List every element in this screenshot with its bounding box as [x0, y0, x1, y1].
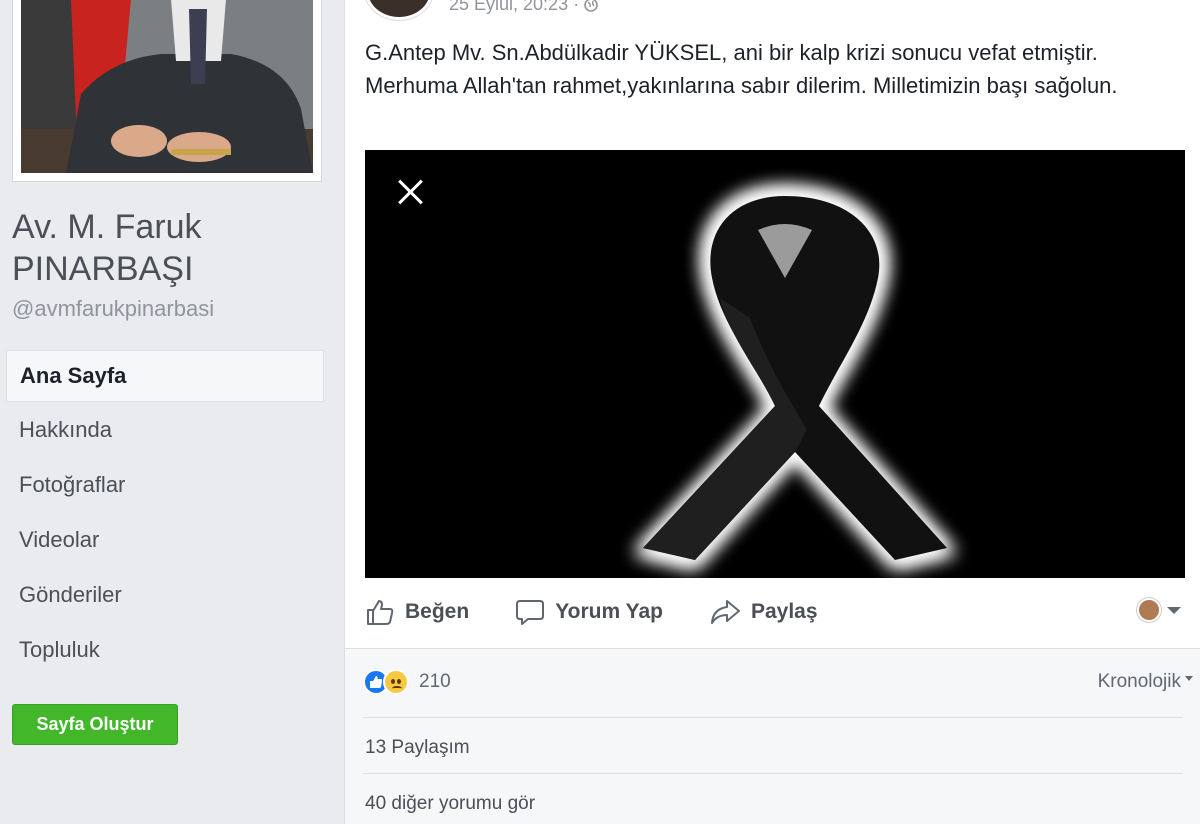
nav-item-about[interactable]: Hakkında [6, 402, 324, 457]
post-actions: Beğen Yorum Yap Paylaş [365, 584, 1185, 640]
nav-item-posts[interactable]: Gönderiler [6, 567, 324, 622]
reaction-count: 210 [419, 671, 451, 692]
shares-link[interactable]: 13 Paylaşım [365, 737, 470, 759]
post-image[interactable] [365, 150, 1185, 578]
divider [363, 773, 1183, 774]
thumbs-up-icon [367, 600, 394, 625]
page-sidebar: Av. M. Faruk PINARBAŞI @avmfarukpinarbas… [0, 0, 340, 824]
caret-down-icon [1185, 675, 1193, 681]
post-text: G.Antep Mv. Sn.Abdülkadir YÜKSEL, ani bi… [365, 40, 1118, 98]
view-more-comments-link[interactable]: 40 diğer yorumu gör [365, 793, 535, 815]
comment-button[interactable]: Yorum Yap [515, 597, 663, 627]
comment-label: Yorum Yap [555, 600, 663, 623]
reaction-as-selector[interactable] [1137, 598, 1181, 622]
nav-item-videos[interactable]: Videolar [6, 512, 324, 567]
comment-sort-dropdown[interactable]: Kronolojik [1098, 671, 1193, 693]
nav-item-community[interactable]: Topluluk [6, 622, 324, 677]
sad-reaction-icon [383, 669, 409, 695]
avatar [1137, 598, 1161, 622]
like-button[interactable]: Beğen [365, 597, 469, 627]
like-label: Beğen [405, 600, 470, 623]
chevron-down-icon [1167, 606, 1181, 614]
timestamp-text: 25 Eylül, 20:23 · [449, 0, 585, 14]
reaction-summary[interactable]: 210 [363, 669, 451, 695]
nav-item-photos[interactable]: Fotoğraflar [6, 457, 324, 512]
share-button[interactable]: Paylaş [709, 597, 818, 627]
feedback-section: 210 Kronolojik 13 Paylaşım 40 diğer yoru… [345, 648, 1200, 824]
create-page-button[interactable]: Sayfa Oluştur [12, 704, 178, 745]
globe-icon [584, 0, 598, 13]
share-label: Paylaş [750, 600, 818, 623]
post-card: 25 Eylül, 20:23 · G.Antep Mv. Sn.Abdülka… [344, 0, 1200, 824]
nav-item-home[interactable]: Ana Sayfa [6, 350, 324, 402]
comment-icon [516, 600, 545, 625]
close-icon[interactable] [397, 178, 425, 206]
sort-label: Kronolojik [1097, 671, 1181, 692]
page-nav: Ana Sayfa Hakkında Fotoğraflar Videolar … [6, 350, 324, 677]
share-icon [710, 600, 740, 624]
black-ribbon-image [635, 188, 955, 568]
post-timestamp[interactable]: 25 Eylül, 20:23 · [449, 0, 598, 15]
page-username: @avmfarukpinarbasi [12, 296, 215, 321]
divider [363, 717, 1183, 718]
profile-photo [21, 0, 313, 173]
profile-picture[interactable] [12, 0, 322, 182]
page-name[interactable]: Av. M. Faruk PINARBAŞI [12, 206, 332, 290]
author-avatar[interactable] [365, 0, 433, 20]
